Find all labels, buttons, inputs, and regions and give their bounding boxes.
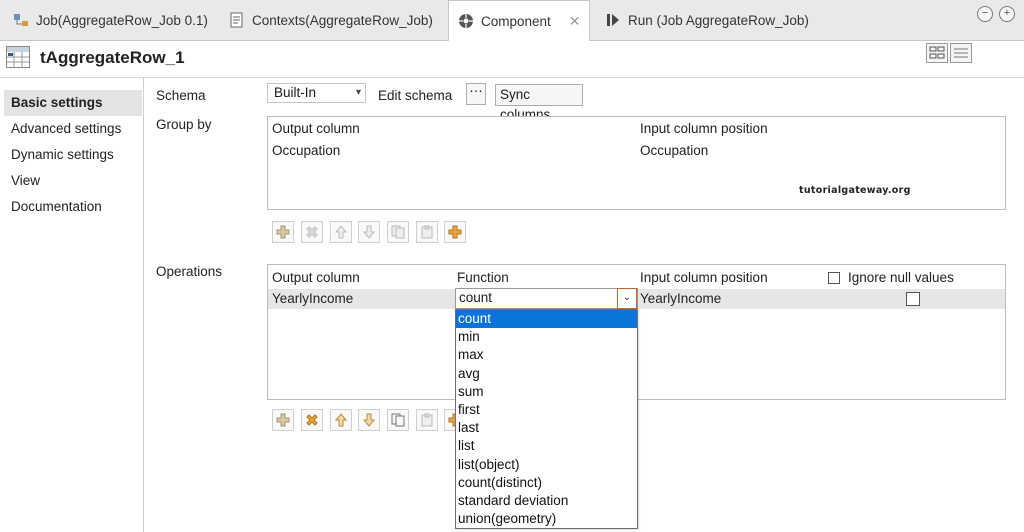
aggregate-component-icon (6, 46, 30, 68)
tab-contexts-label: Contexts(AggregateRow_Job) (252, 12, 433, 28)
delete-row-icon[interactable] (301, 221, 323, 243)
minimize-icon[interactable]: − (977, 6, 993, 22)
tab-job[interactable]: Job(AggregateRow_Job 0.1) (4, 0, 216, 40)
function-dropdown: count min max avg sum first last list li… (455, 309, 638, 530)
function-option[interactable]: count (456, 310, 637, 329)
operations-header-ignore-null: Ignore null values (848, 270, 954, 285)
schema-value: Built-In (274, 85, 317, 100)
ignore-null-checkbox[interactable] (906, 292, 920, 306)
group-by-header-output: Output column (272, 121, 360, 136)
edit-schema-button[interactable]: ··· (466, 83, 486, 105)
delete-operation-icon[interactable] (301, 409, 323, 431)
run-icon (604, 11, 622, 29)
nav-basic-settings[interactable]: Basic settings (4, 90, 142, 116)
tab-run-label: Run (Job AggregateRow_Job) (628, 12, 809, 28)
function-combo-value: count (459, 290, 493, 305)
import-icon[interactable] (444, 221, 466, 243)
watermark: tutorialgateway.org (799, 185, 911, 196)
nav-dynamic-settings[interactable]: Dynamic settings (4, 142, 142, 168)
function-option[interactable]: min (456, 328, 637, 346)
group-by-cell-input[interactable]: Occupation (640, 141, 708, 161)
operations-label: Operations (156, 264, 223, 279)
nav-view[interactable]: View (4, 168, 142, 194)
settings-nav: Basic settings Advanced settings Dynamic… (0, 78, 144, 532)
chevron-down-icon[interactable]: ⌄ (617, 288, 637, 309)
add-operation-icon[interactable] (272, 409, 294, 431)
tab-component-label: Component (481, 13, 551, 29)
operations-header-input: Input column position (640, 270, 768, 285)
paste-operation-icon[interactable] (416, 409, 438, 431)
component-icon (457, 12, 475, 30)
move-operation-down-icon[interactable] (358, 409, 380, 431)
operations-header-function: Function (457, 270, 509, 285)
maximize-icon[interactable]: + (999, 6, 1015, 22)
group-by-header-input: Input column position (640, 121, 768, 136)
move-up-icon[interactable] (330, 221, 352, 243)
move-down-icon[interactable] (358, 221, 380, 243)
nav-advanced-settings[interactable]: Advanced settings (4, 116, 142, 142)
move-operation-up-icon[interactable] (330, 409, 352, 431)
operations-cell-output[interactable]: YearlyIncome (272, 289, 353, 309)
paste-icon[interactable] (416, 221, 438, 243)
operations-header-output: Output column (272, 270, 360, 285)
copy-operation-icon[interactable] (387, 409, 409, 431)
tab-job-label: Job(AggregateRow_Job 0.1) (36, 12, 208, 28)
tab-run[interactable]: Run (Job AggregateRow_Job) (596, 0, 817, 40)
table-view-icon[interactable] (926, 43, 948, 63)
close-icon[interactable]: ✕ (569, 13, 581, 30)
group-by-table: Output column Input column position Occu… (267, 116, 1006, 210)
function-option[interactable]: list(object) (456, 456, 637, 474)
copy-icon[interactable] (387, 221, 409, 243)
edit-schema-label: Edit schema (378, 88, 453, 103)
function-option[interactable]: max (456, 346, 637, 364)
schema-select[interactable]: Built-In ▾ (267, 83, 366, 103)
add-row-icon[interactable] (272, 221, 294, 243)
nav-documentation[interactable]: Documentation (4, 194, 142, 220)
function-option[interactable]: count(distinct) (456, 474, 637, 492)
function-combo[interactable]: count ⌄ (455, 288, 638, 309)
sync-columns-button[interactable]: Sync columns (495, 84, 583, 122)
function-option[interactable]: list (456, 437, 637, 455)
schema-label: Schema (156, 88, 206, 103)
contexts-icon (228, 11, 246, 29)
function-option[interactable]: first (456, 401, 637, 419)
chevron-down-icon: ▾ (355, 87, 361, 98)
function-option[interactable]: last (456, 419, 637, 437)
group-by-cell-output[interactable]: Occupation (272, 141, 340, 161)
operations-cell-input[interactable]: YearlyIncome (640, 289, 721, 309)
job-icon (12, 11, 30, 29)
component-title: tAggregateRow_1 (40, 48, 185, 67)
tab-contexts[interactable]: Contexts(AggregateRow_Job) (220, 0, 441, 40)
editor-tab-bar: Job(AggregateRow_Job 0.1) Contexts(Aggre… (0, 0, 1024, 41)
function-option[interactable]: standard deviation (456, 492, 637, 510)
tab-component[interactable]: Component ✕ (448, 0, 590, 41)
function-option[interactable]: avg (456, 365, 637, 383)
ignore-null-header-checkbox[interactable] (828, 272, 840, 284)
function-option[interactable]: sum (456, 383, 637, 401)
component-header: tAggregateRow_1 (0, 41, 1024, 78)
function-option[interactable]: union(geometry) (456, 510, 637, 528)
group-by-label: Group by (156, 117, 212, 132)
list-view-icon[interactable] (950, 43, 972, 63)
